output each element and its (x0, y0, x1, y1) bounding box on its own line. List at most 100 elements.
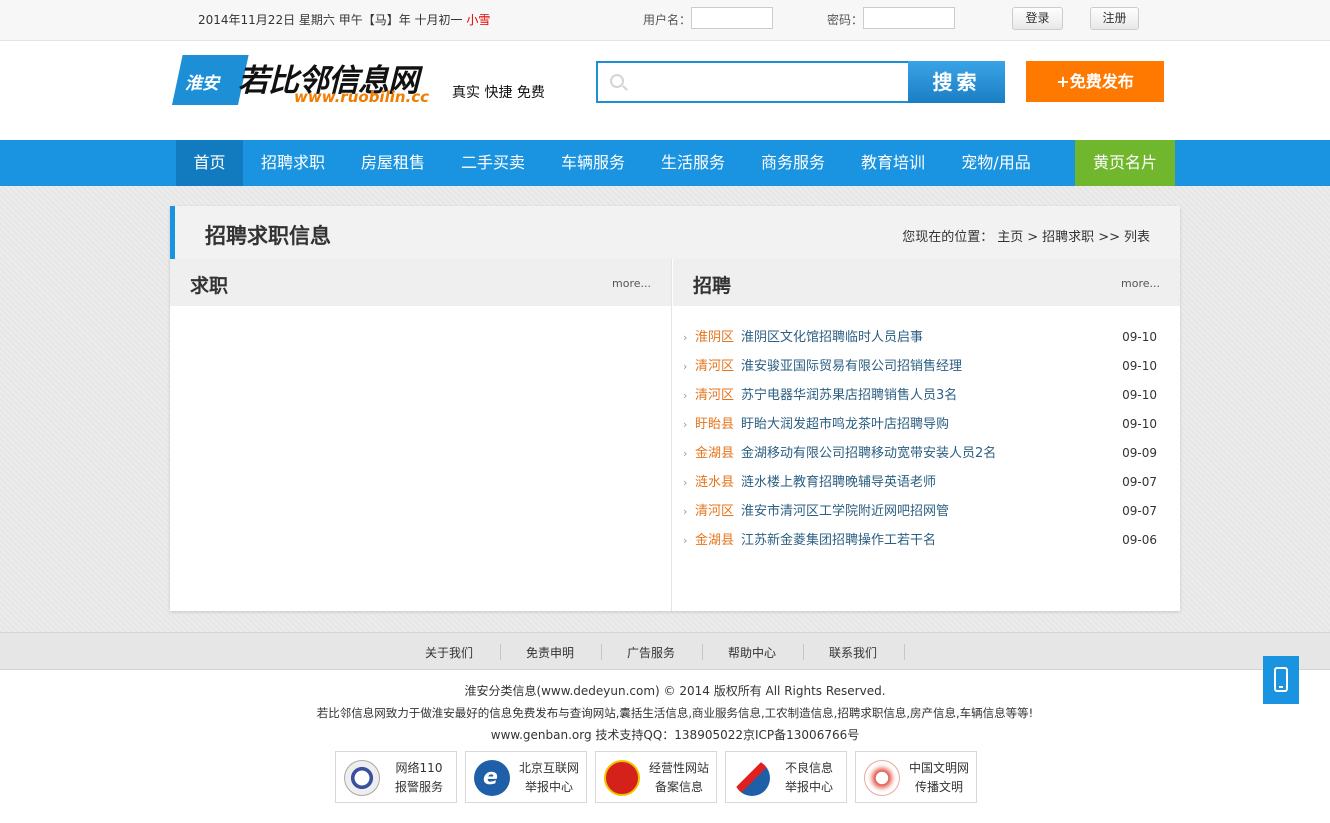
nav-item-yellowpages[interactable]: 黄页名片 (1075, 140, 1175, 186)
badge-bad-info-report[interactable]: 不良信息 举报中心 (725, 751, 847, 803)
badge-line2: 报警服务 (394, 780, 443, 794)
username-input[interactable] (691, 7, 773, 29)
arrow-right-icon: › (683, 331, 688, 344)
column-title: 求职 (190, 275, 229, 297)
divider (601, 644, 602, 660)
item-date: 09-10 (1122, 417, 1157, 431)
nav-item-jobs[interactable]: 招聘求职 (250, 140, 336, 186)
arrow-right-icon: › (683, 389, 688, 402)
footer-link-disclaimer[interactable]: 免责申明 (526, 644, 574, 661)
item-title[interactable]: 苏宁电器华润苏果店招聘销售人员3名 (741, 381, 957, 410)
item-title[interactable]: 淮阴区文化馆招聘临时人员启事 (741, 323, 923, 352)
flower-icon (864, 760, 900, 796)
badge-line1: 北京互联网 (518, 761, 579, 775)
divider (500, 644, 501, 660)
column-header: 求职 more... (170, 259, 671, 306)
date-weather: 2014年11月22日 星期六 甲午【马】年 十月初一 小雪 (198, 11, 490, 28)
search-icon (610, 74, 624, 88)
item-title[interactable]: 淮安市清河区工学院附近网吧招网管 (741, 497, 949, 526)
nav-item-secondhand[interactable]: 二手买卖 (450, 140, 536, 186)
badge-beijing-report[interactable]: e 北京互联网 举报中心 (465, 751, 587, 803)
item-title[interactable]: 涟水楼上教育招聘晚辅导英语老师 (741, 468, 936, 497)
badge-line2: 传播文明 (914, 780, 963, 794)
column-title: 招聘 (693, 275, 732, 297)
column-header: 招聘 more... (673, 259, 1180, 306)
badge-civilization[interactable]: 中国文明网 传播文明 (855, 751, 977, 803)
list-item: › 盱眙县 盱眙大润发超市鸣龙茶叶店招聘导购 09-10 (683, 410, 1163, 439)
badge-line2: 举报中心 (784, 780, 833, 794)
nav-item-vehicles[interactable]: 车辆服务 (550, 140, 636, 186)
footer-link-about[interactable]: 关于我们 (425, 644, 473, 661)
item-area[interactable]: 金湖县 (695, 526, 734, 555)
nav-item-home[interactable]: 首页 (176, 140, 243, 186)
badge-police-110[interactable]: 网络110 报警服务 (335, 751, 457, 803)
arrow-right-icon: › (683, 360, 688, 373)
item-area[interactable]: 淮阴区 (695, 323, 734, 352)
breadcrumb-sep: >> (1098, 230, 1120, 245)
password-input[interactable] (863, 7, 955, 29)
copyright-text: 淮安分类信息(www.dedeyun.com) © 2014 版权所有 All … (464, 684, 886, 698)
item-date: 09-06 (1122, 533, 1157, 547)
more-link[interactable]: more... (1121, 277, 1160, 290)
breadcrumb-list: 列表 (1123, 230, 1150, 245)
more-link[interactable]: more... (612, 277, 651, 290)
nav-item-pets[interactable]: 宠物/用品 (950, 140, 1042, 186)
login-button[interactable]: 登录 (1012, 7, 1063, 30)
item-area[interactable]: 清河区 (695, 352, 734, 381)
search-input[interactable] (596, 61, 910, 103)
free-post-button[interactable]: +免费发布 (1026, 61, 1164, 102)
arrow-right-icon: › (683, 534, 688, 547)
recruitment-list: › 淮阴区 淮阴区文化馆招聘临时人员启事 09-10 › 清河区 淮安骏亚国际贸易有限公… (683, 323, 1163, 555)
footer-link-contact[interactable]: 联系我们 (829, 644, 877, 661)
breadcrumb-jobs[interactable]: 招聘求职 (1042, 230, 1094, 245)
item-title[interactable]: 江苏新金菱集团招聘操作工若干名 (741, 526, 936, 555)
item-area[interactable]: 清河区 (695, 497, 734, 526)
police-badge-icon (344, 760, 380, 796)
weather-text: 小雪 (466, 13, 491, 27)
item-area[interactable]: 盱眙县 (695, 410, 734, 439)
badge-business-site[interactable]: 经营性网站 备案信息 (595, 751, 717, 803)
list-item: › 金湖县 金湖移动有限公司招聘移动宽带安装人员2名 09-09 (683, 439, 1163, 468)
mobile-site-button[interactable] (1263, 656, 1299, 704)
list-item: › 清河区 淮安骏亚国际贸易有限公司招销售经理 09-10 (683, 352, 1163, 381)
item-title[interactable]: 金湖移动有限公司招聘移动宽带安装人员2名 (741, 439, 996, 468)
arrow-right-icon: › (683, 505, 688, 518)
report-swoosh-icon (734, 760, 770, 796)
item-area[interactable]: 清河区 (695, 381, 734, 410)
mobile-phone-icon (1274, 667, 1288, 692)
job-seeking-column: 求职 more... (170, 259, 672, 611)
badge-line1: 不良信息 (784, 761, 833, 775)
slogan: 真实 快捷 免费 (452, 85, 545, 101)
item-date: 09-10 (1122, 388, 1157, 402)
list-item: › 清河区 淮安市清河区工学院附近网吧招网管 09-07 (683, 497, 1163, 526)
item-area[interactable]: 涟水县 (695, 468, 734, 497)
item-area[interactable]: 金湖县 (695, 439, 734, 468)
arrow-right-icon: › (683, 476, 688, 489)
divider (904, 644, 905, 660)
nav-item-education[interactable]: 教育培训 (850, 140, 936, 186)
username-label: 用户名： (643, 13, 692, 27)
item-date: 09-10 (1122, 330, 1157, 344)
footer-link-help[interactable]: 帮助中心 (728, 644, 776, 661)
badge-line1: 经营性网站 (648, 761, 709, 775)
panel-header: 招聘求职信息 您现在的位置： 主页 > 招聘求职 >> 列表 (170, 206, 1180, 259)
breadcrumb: 您现在的位置： 主页 > 招聘求职 >> 列表 (898, 226, 1150, 245)
list-item: › 淮阴区 淮阴区文化馆招聘临时人员启事 09-10 (683, 323, 1163, 352)
item-title[interactable]: 淮安骏亚国际贸易有限公司招销售经理 (741, 352, 962, 381)
badge-line2: 备案信息 (654, 780, 703, 794)
search-button[interactable]: 搜索 (908, 61, 1005, 103)
item-date: 09-07 (1122, 475, 1157, 489)
nav-item-business[interactable]: 商务服务 (750, 140, 836, 186)
site-logo[interactable]: 淮安 若比邻信息网 www.ruobilin.cc (172, 55, 442, 110)
shield-icon (604, 760, 640, 796)
register-button[interactable]: 注册 (1090, 7, 1139, 30)
nav-item-life[interactable]: 生活服务 (650, 140, 736, 186)
breadcrumb-home[interactable]: 主页 (997, 230, 1023, 245)
badge-line1: 网络110 (395, 761, 443, 775)
item-date: 09-10 (1122, 359, 1157, 373)
item-title[interactable]: 盱眙大润发超市鸣龙茶叶店招聘导购 (741, 410, 949, 439)
footer-link-ads[interactable]: 广告服务 (627, 644, 675, 661)
recruitment-column: 招聘 more... › 淮阴区 淮阴区文化馆招聘临时人员启事 09-10 › 清河区 … (673, 259, 1180, 611)
arrow-right-icon: › (683, 418, 688, 431)
nav-item-housing[interactable]: 房屋租售 (350, 140, 436, 186)
